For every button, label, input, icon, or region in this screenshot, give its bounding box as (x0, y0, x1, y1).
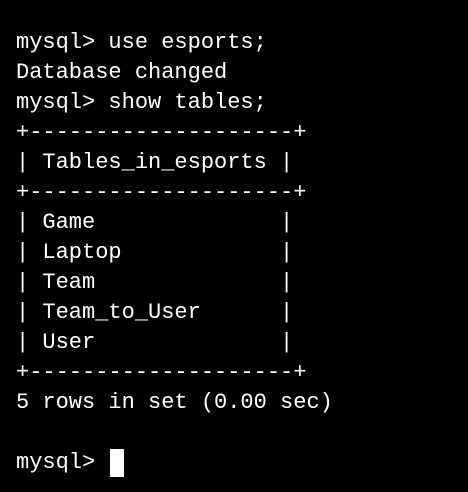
table-row-laptop: | Laptop | (16, 240, 294, 265)
terminal-line-1: mysql> use esports; (16, 30, 267, 55)
table-border-header: +--------------------+ (16, 180, 307, 205)
result-summary: 5 rows in set (0.00 sec) (16, 390, 333, 415)
terminal-line-3: mysql> show tables; (16, 90, 267, 115)
active-prompt-line[interactable]: mysql> (16, 448, 468, 478)
text-cursor[interactable] (110, 449, 125, 477)
table-border-bottom: +--------------------+ (16, 360, 307, 385)
table-row-user: | User | (16, 330, 294, 355)
table-header: | Tables_in_esports | (16, 150, 294, 175)
table-row-game: | Game | (16, 210, 294, 235)
mysql-prompt: mysql> (16, 450, 109, 475)
table-row-team-to-user: | Team_to_User | (16, 300, 294, 325)
terminal-window[interactable]: mysql> use esports; Database changed mys… (0, 0, 468, 492)
terminal-line-2: Database changed (16, 60, 228, 85)
table-row-team: | Team | (16, 270, 294, 295)
table-border-top: +--------------------+ (16, 120, 307, 145)
